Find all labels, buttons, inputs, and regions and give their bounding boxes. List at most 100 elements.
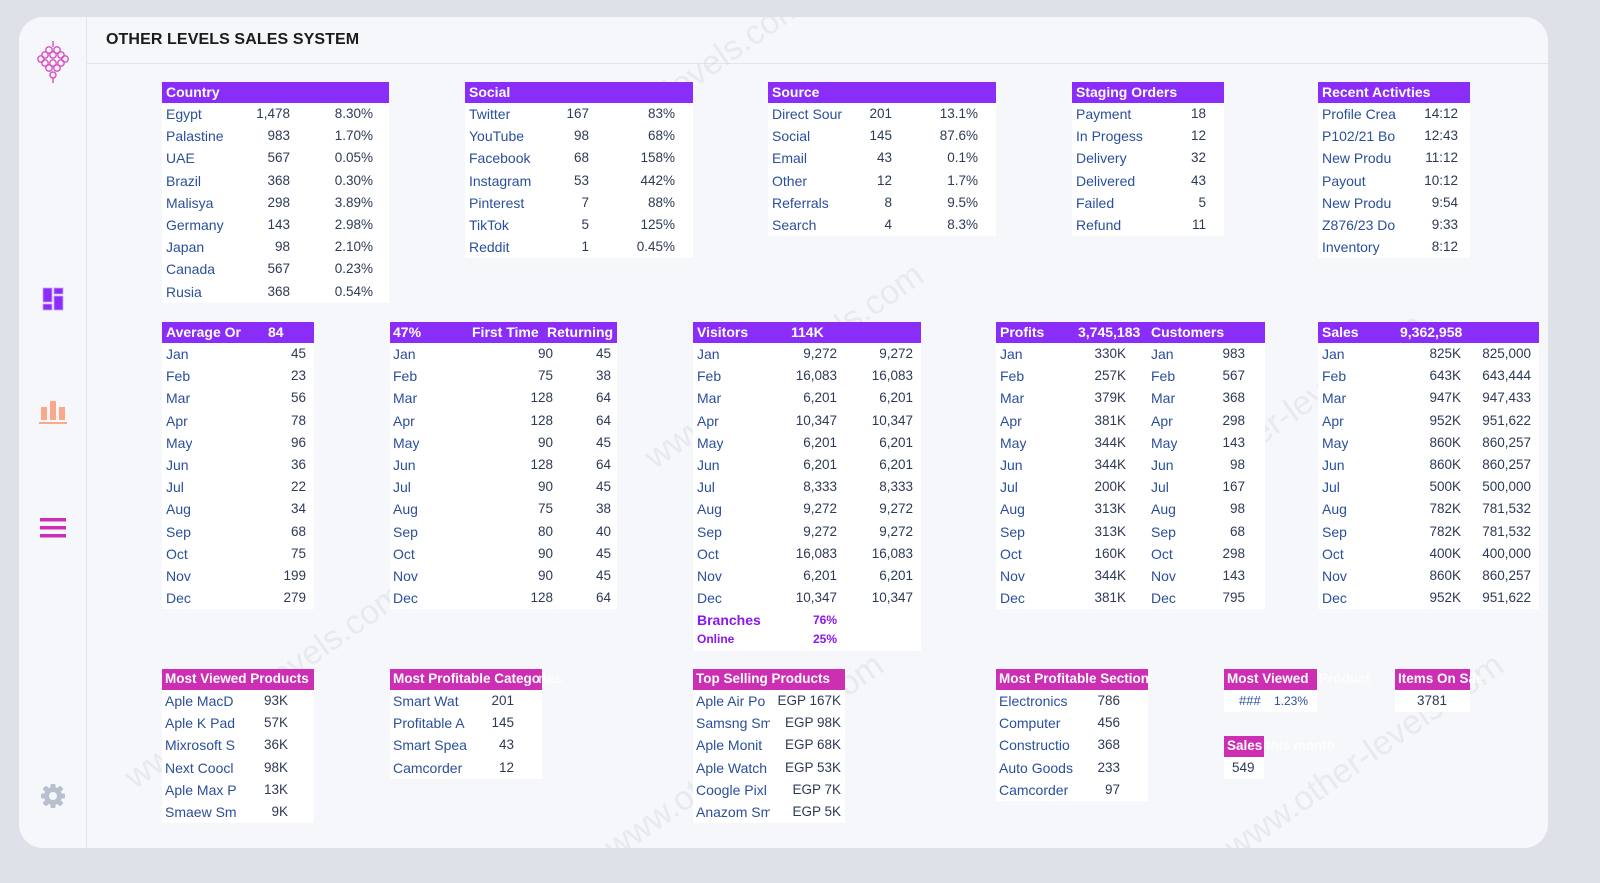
customer-month: Oct — [1151, 545, 1173, 562]
table-row: Aug 782K 781,532 — [1318, 498, 1539, 520]
country-pct: 1.70% — [334, 128, 373, 144]
returning-value: 40 — [595, 523, 611, 539]
first-time-value: 75 — [537, 501, 553, 517]
sales-short: 400K — [1429, 545, 1461, 561]
table-row: Nov 199 — [162, 565, 314, 587]
customer-value: 298 — [1222, 412, 1245, 428]
sidebar — [19, 17, 87, 848]
profits-total: 3,745,183 — [1078, 324, 1141, 340]
source-name: Referrals — [772, 194, 829, 211]
table-row: Dec 128 64 — [390, 587, 617, 609]
visitors-value: 16,083 — [795, 368, 837, 384]
country-pct: 3.89% — [334, 194, 373, 210]
activity-name: New Produ — [1322, 194, 1392, 211]
table-row: Oct 400K 400,000 — [1318, 543, 1539, 565]
category-value: 12 — [498, 759, 514, 775]
category-name: Camcorder — [393, 759, 463, 776]
profit-value: 330K — [1094, 346, 1126, 361]
table-body: Jan 90 45 Feb 75 38 Mar 128 64 Apr 128 64 May 90 45 Jun… — [390, 343, 617, 609]
month: Mar — [166, 390, 191, 407]
sales-short: 952K — [1429, 590, 1461, 606]
table-row: Samsng Sm EGP 98K — [693, 712, 845, 734]
sales-short: 500K — [1429, 479, 1461, 495]
month: Mar — [1322, 390, 1347, 407]
visitors-value: 16,083 — [795, 545, 837, 561]
table-row: Next Coocl 98K — [162, 757, 314, 779]
sales-short: 860K — [1429, 456, 1461, 472]
sales-short: 952K — [1429, 412, 1461, 428]
table-row: Mixrosoft S 36K — [162, 734, 314, 756]
country-count: 298 — [267, 194, 290, 210]
month: Jun — [697, 456, 720, 473]
table-header: Average Or 84 — [162, 322, 314, 343]
table-row: New Produ 11:12 — [1318, 147, 1470, 169]
returning-value: 45 — [595, 479, 611, 495]
order-stage: Refund — [1076, 216, 1122, 233]
returning-value: 38 — [595, 501, 611, 517]
sales-table: Sales 9,362,958 Jan 825K 825,000 Feb 643K 643… — [1318, 322, 1539, 610]
visitors-value-2: 6,201 — [879, 567, 913, 583]
product-name: Aple Monit — [696, 737, 763, 754]
average-value: 78 — [290, 412, 306, 428]
table-row: Oct 75 — [162, 543, 314, 565]
gear-icon[interactable] — [19, 781, 87, 811]
visitors-value-2: 6,201 — [879, 434, 913, 450]
social-count: 98 — [573, 128, 589, 144]
source-count: 201 — [869, 106, 892, 121]
customer-value: 167 — [1222, 479, 1245, 495]
customer-month: Jun — [1151, 456, 1174, 473]
dashboard-icon[interactable] — [19, 285, 87, 313]
month: Apr — [1000, 412, 1022, 429]
table-row: Jul 8,333 8,333 — [693, 476, 921, 498]
month: Feb — [166, 368, 191, 385]
table-row: Camcorder 12 — [390, 757, 542, 779]
average-value: 75 — [290, 545, 306, 561]
table-row: Malisya 298 3.89% — [162, 192, 389, 214]
first-returning-table: 47% First Time Returning Jan 90 45 Feb 75 38 M… — [390, 322, 617, 610]
table-row: Nov 90 45 — [390, 565, 617, 587]
table-row: Mar 6,201 6,201 — [693, 387, 921, 409]
table-row: YouTube 98 68% — [465, 125, 693, 147]
table-row: Z876/23 Do 9:33 — [1318, 214, 1470, 236]
first-time-value: 128 — [530, 390, 553, 406]
sales-value: 860,257 — [1482, 567, 1531, 583]
average-value: 56 — [290, 390, 306, 406]
section-value: 786 — [1097, 693, 1120, 708]
first-time-value: 75 — [537, 368, 553, 384]
table-row: Dec 279 — [162, 587, 314, 609]
country-name: Palastine — [166, 128, 224, 145]
month: Oct — [1322, 545, 1344, 562]
logo-knot-icon[interactable] — [19, 39, 87, 85]
source-pct: 0.1% — [947, 150, 978, 166]
sales-short: 860K — [1429, 567, 1461, 583]
country-table: Country Egypt 1,478 8.30% Palastine 983 1.70%… — [162, 82, 389, 303]
table-row: Jun 344K Jun 98 — [996, 454, 1265, 476]
table-row: Instagram 53 442% — [465, 170, 693, 192]
table-row: Computer 456 — [996, 712, 1148, 734]
order-count: 18 — [1190, 106, 1206, 121]
table-row: Feb 257K Feb 567 — [996, 365, 1265, 387]
product-name: Mixrosoft S — [165, 737, 236, 754]
table-row: Twitter 167 83% — [465, 103, 693, 125]
bar-chart-icon[interactable] — [19, 397, 87, 427]
product-sales: EGP 5K — [792, 803, 841, 819]
product-sales: EGP 167K — [777, 693, 841, 708]
order-count: 5 — [1198, 194, 1206, 210]
table-row: Search 4 8.3% — [768, 214, 996, 236]
profit-value: 257K — [1094, 368, 1126, 384]
table-row: Other 12 1.7% — [768, 170, 996, 192]
average-value: 22 — [290, 479, 306, 495]
product-name: Samsng Sm — [696, 715, 770, 732]
month: Jun — [166, 456, 189, 473]
table-body: Electronics 786 Computer 456 Constructio 368 A… — [996, 690, 1148, 801]
first-time-value: 80 — [537, 523, 553, 539]
customers-title: Customers — [1151, 324, 1225, 340]
month: Nov — [1000, 567, 1025, 584]
table-header: Social — [465, 82, 693, 103]
table-header: Source — [768, 82, 996, 103]
table-row: Jul 200K Jul 167 — [996, 476, 1265, 498]
activity-time: 11:12 — [1425, 150, 1458, 166]
month: Jul — [393, 479, 411, 496]
staging-orders-table: Staging Orders Payment 18 In Progess 12 Deli… — [1072, 82, 1224, 237]
menu-icon[interactable] — [19, 515, 87, 541]
